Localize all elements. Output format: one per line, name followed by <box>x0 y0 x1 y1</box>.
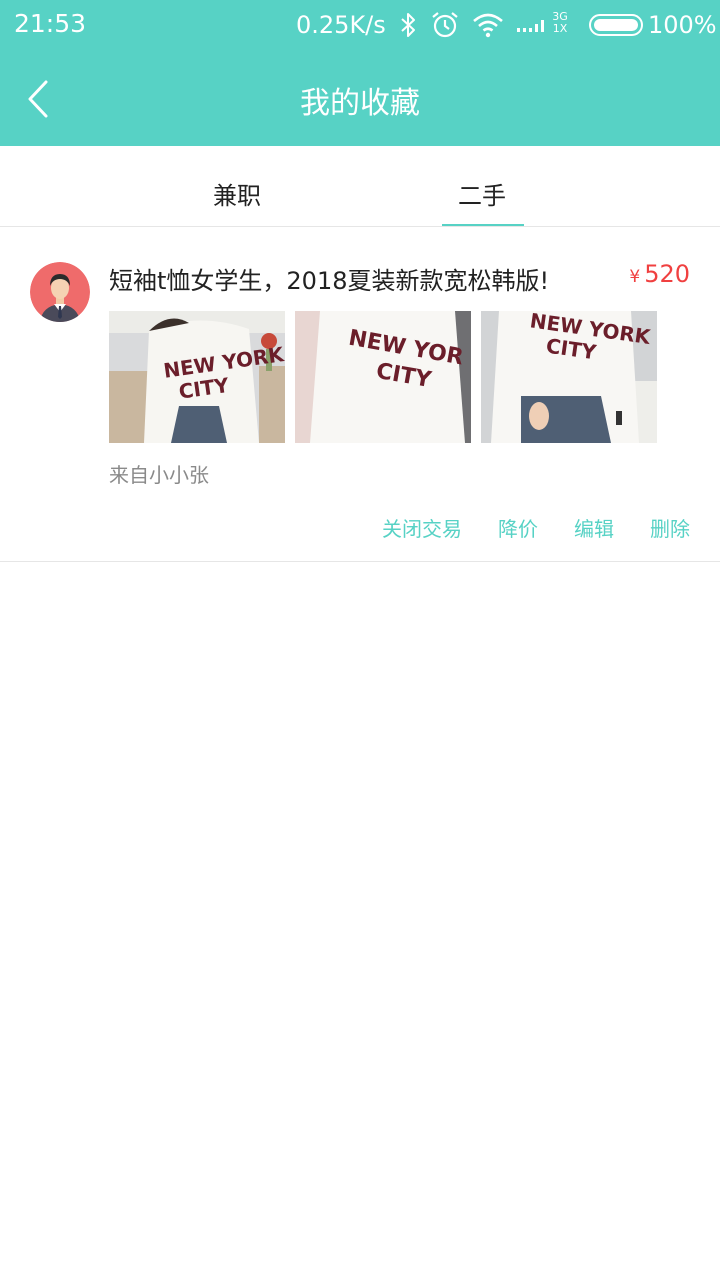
status-time: 21:53 <box>14 9 87 38</box>
status-bar: 21:53 0.25K/s 3G 1X 100% <box>0 0 720 52</box>
app-header: 21:53 0.25K/s 3G 1X 100% 我的收藏 <box>0 0 720 146</box>
item-photo[interactable]: NEW YOR CITY <box>295 311 471 443</box>
item-title[interactable]: 短袖t恤女学生，2018夏装新款宽松韩版! <box>109 261 549 296</box>
status-net-speed: 0.25K/s <box>296 11 386 39</box>
item-photo[interactable]: NEW YORK CITY <box>481 311 657 443</box>
bluetooth-icon <box>401 13 415 37</box>
wifi-icon <box>473 13 503 38</box>
item-actions: 关闭交易 降价 编辑 删除 <box>346 513 690 542</box>
delete-button[interactable]: 删除 <box>650 513 690 542</box>
tab-bar: 兼职 二手 <box>0 146 720 227</box>
battery-icon <box>589 14 643 36</box>
item-source: 来自小小张 <box>109 463 209 487</box>
signal-icon <box>517 20 544 32</box>
close-trade-button[interactable]: 关闭交易 <box>382 513 462 542</box>
item-price: ¥520 <box>629 260 690 288</box>
page-title: 我的收藏 <box>300 86 420 121</box>
item-photo[interactable]: NEW YORK CITY <box>109 311 285 443</box>
active-tab-indicator <box>442 224 524 226</box>
edit-button[interactable]: 编辑 <box>574 513 614 542</box>
alarm-icon <box>432 12 458 38</box>
currency-symbol: ¥ <box>629 267 641 287</box>
avatar <box>30 262 90 322</box>
tab-part-time[interactable]: 兼职 <box>213 176 261 211</box>
network-type: 3G 1X <box>551 11 569 35</box>
tab-second-hand[interactable]: 二手 <box>458 176 506 211</box>
price-value: 520 <box>644 260 690 288</box>
reduce-price-button[interactable]: 降价 <box>498 513 538 542</box>
battery-level: 100% <box>648 11 717 39</box>
network-type-bottom: 1X <box>552 22 568 35</box>
list-item[interactable]: 短袖t恤女学生，2018夏装新款宽松韩版! ¥520 NEW YORK CITY… <box>0 227 720 562</box>
